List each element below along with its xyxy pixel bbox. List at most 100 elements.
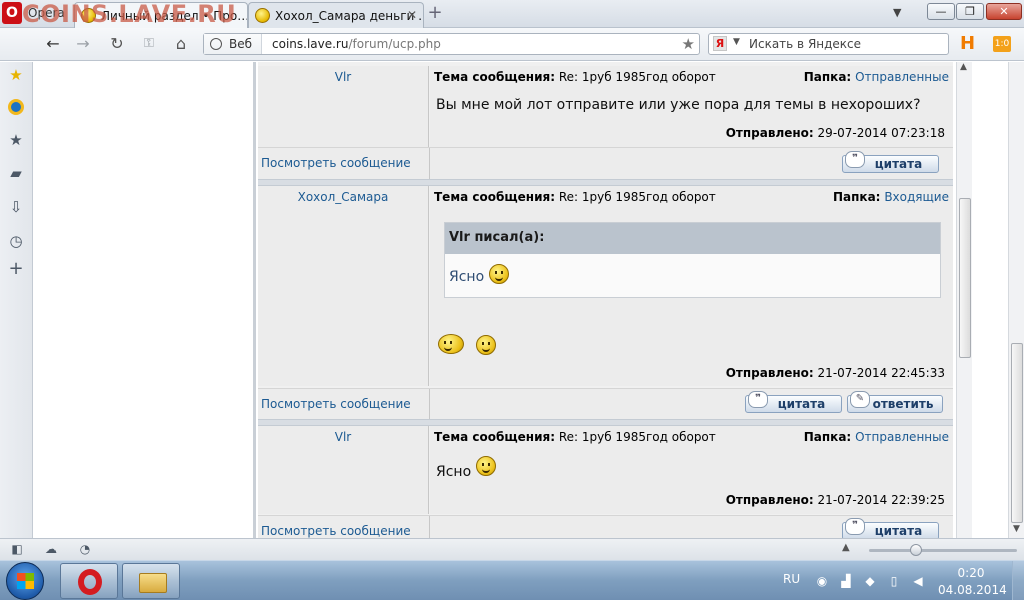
reply-button[interactable]: ✎ ответить bbox=[847, 391, 943, 413]
password-key-icon[interactable]: ⚿ bbox=[138, 34, 160, 54]
downloads-icon[interactable]: ⇩ bbox=[7, 198, 25, 216]
clock-date[interactable]: 04.08.2014 bbox=[938, 583, 1007, 597]
quote-button[interactable]: ❞ цитата bbox=[842, 518, 939, 538]
folder-info: Папка: Входящие bbox=[833, 190, 949, 204]
folder-link[interactable]: Входящие bbox=[884, 190, 949, 204]
scrollbar-thumb[interactable] bbox=[1011, 343, 1023, 523]
view-message-link[interactable]: Посмотреть сообщение bbox=[261, 156, 411, 170]
author-link[interactable]: Vlr bbox=[258, 426, 428, 444]
laughing-smiley-icon bbox=[438, 334, 464, 354]
sent-datetime: 21-07-2014 22:39:25 bbox=[817, 493, 945, 507]
subject-label: Тема сообщения: bbox=[434, 430, 555, 444]
tab-khokhol-samara[interactable]: Хохол_Самара деньги … ✕ bbox=[248, 2, 424, 28]
folder-link[interactable]: Отправленные bbox=[855, 430, 949, 444]
message-actions: Посмотреть сообщение ❞ цитата ✎ ответить bbox=[258, 388, 953, 421]
address-field[interactable]: Веб coins.lave.ru/forum/ucp.php ★ bbox=[203, 33, 700, 55]
folder-icon bbox=[139, 573, 167, 593]
sent-info: Отправлено: 29-07-2014 07:23:18 bbox=[726, 126, 945, 140]
address-mode-badge[interactable]: Веб bbox=[204, 34, 262, 54]
folder-link[interactable]: Отправленные bbox=[855, 70, 949, 84]
message-row: Vlr Тема сообщения: Re: 1руб 1985год обо… bbox=[258, 66, 953, 148]
new-tab-button[interactable]: + bbox=[426, 4, 444, 22]
forward-button[interactable]: → bbox=[72, 34, 94, 54]
language-indicator[interactable]: RU bbox=[783, 572, 800, 586]
view-message-link[interactable]: Посмотреть сообщение bbox=[261, 524, 411, 538]
yandex-icon[interactable]: Я bbox=[713, 36, 727, 51]
scroll-down-arrow-icon[interactable]: ▼ bbox=[1013, 524, 1020, 534]
taskbar-explorer-button[interactable] bbox=[122, 563, 180, 599]
message-meta: Тема сообщения: Re: 1руб 1985год оборот … bbox=[434, 190, 949, 206]
show-desktop-button[interactable] bbox=[1012, 561, 1024, 600]
taskbar-opera-button[interactable] bbox=[60, 563, 118, 599]
toggle-panel-icon[interactable]: ◧ bbox=[9, 542, 25, 556]
address-url-text[interactable]: coins.lave.ru/forum/ucp.php bbox=[272, 37, 441, 51]
clock-time[interactable]: 0:20 bbox=[948, 566, 994, 580]
notepad-icon: ✎ bbox=[850, 391, 870, 408]
author-link[interactable]: Хохол_Самара bbox=[258, 186, 428, 204]
quote-button[interactable]: ❞ цитата bbox=[745, 391, 842, 413]
status-bar: ◧ ☁ ◔ ▲ bbox=[0, 538, 1024, 560]
browser-scrollbar[interactable]: ▼ bbox=[1008, 62, 1024, 538]
page-scrollbar[interactable]: ▲ bbox=[956, 62, 972, 538]
turbo-gauge-icon[interactable]: ◔ bbox=[77, 542, 93, 556]
scrollbar-thumb[interactable] bbox=[959, 198, 971, 358]
message-meta: Тема сообщения: Re: 1руб 1985год оборот … bbox=[434, 70, 949, 86]
message-actions: Посмотреть сообщение ❞ цитата bbox=[258, 147, 953, 180]
usb-device-icon[interactable]: ▯ bbox=[886, 574, 902, 588]
volume-speaker-icon[interactable]: ◀ bbox=[910, 574, 926, 588]
tab-title: Личный раздел • Про… bbox=[101, 9, 248, 23]
scroll-up-arrow-icon[interactable]: ▲ bbox=[960, 62, 967, 72]
reload-button[interactable]: ↻ bbox=[106, 34, 128, 54]
extension-score-badge[interactable]: 1:0 bbox=[993, 36, 1011, 52]
window-maximize-button[interactable]: ❐ bbox=[956, 3, 984, 20]
bookmark-star-icon[interactable]: ★ bbox=[682, 35, 695, 53]
search-input[interactable]: Искать в Яндексе bbox=[749, 37, 861, 51]
history-clock-icon[interactable]: ◷ bbox=[7, 232, 25, 250]
author-cell: Vlr bbox=[258, 66, 429, 148]
tab-personal-section[interactable]: Личный раздел • Про… bbox=[74, 2, 248, 28]
column-divider bbox=[429, 516, 430, 538]
extension-h-icon[interactable]: H bbox=[960, 35, 978, 53]
add-panel-icon[interactable]: + bbox=[7, 260, 25, 278]
windows-taskbar: RU ◉ ▟ ◆ ▯ ◀ 0:20 04.08.2014 bbox=[0, 560, 1024, 600]
row-separator bbox=[258, 179, 953, 186]
network-signal-icon[interactable]: ▟ bbox=[838, 574, 854, 588]
home-button[interactable]: ⌂ bbox=[170, 34, 192, 54]
bookmarks-star-icon[interactable]: ★ bbox=[7, 131, 25, 149]
tab-close-icon[interactable]: ✕ bbox=[407, 8, 417, 22]
search-field[interactable]: Я ▼ Искать в Яндексе bbox=[708, 33, 949, 55]
quote-button-label: цитата bbox=[874, 524, 923, 538]
private-messages-list: Vlr Тема сообщения: Re: 1руб 1985год обо… bbox=[258, 62, 953, 538]
search-engine-chevron-down-icon[interactable]: ▼ bbox=[733, 37, 740, 47]
quote-button[interactable]: ❞ цитата bbox=[842, 151, 939, 173]
author-link[interactable]: Vlr bbox=[258, 66, 428, 84]
view-message-link[interactable]: Посмотреть сообщение bbox=[261, 397, 411, 411]
zoom-slider-thumb[interactable] bbox=[910, 544, 923, 556]
app-tray-icon[interactable]: ◆ bbox=[862, 574, 878, 588]
zoom-slider[interactable] bbox=[869, 544, 1017, 556]
opera-logo-icon bbox=[78, 569, 102, 595]
opera-unite-cloud-icon[interactable]: ☁ bbox=[43, 542, 59, 556]
speed-dial-star-icon[interactable]: ★ bbox=[7, 66, 25, 84]
zoom-out-arrow-icon[interactable]: ▲ bbox=[842, 542, 850, 553]
author-cell: Vlr bbox=[258, 426, 429, 514]
notes-icon[interactable]: ▰ bbox=[7, 164, 25, 182]
message-actions: Посмотреть сообщение ❞ цитата bbox=[258, 515, 953, 538]
smiley-icon bbox=[489, 264, 509, 284]
smiley-icon bbox=[476, 335, 496, 355]
windows-logo-icon bbox=[17, 573, 34, 589]
antivirus-tray-icon[interactable]: ◉ bbox=[814, 574, 830, 588]
globe-icon bbox=[210, 38, 222, 50]
speech-bubble-icon: ❞ bbox=[748, 391, 768, 408]
window-minimize-button[interactable]: — bbox=[927, 3, 955, 20]
back-button[interactable]: ← bbox=[42, 34, 64, 54]
subject-label: Тема сообщения: bbox=[434, 70, 555, 84]
message-text: Вы мне мой лот отправите или уже пора дл… bbox=[436, 97, 921, 113]
mail-icon[interactable] bbox=[7, 98, 25, 116]
subject-value: Re: 1руб 1985год оборот bbox=[558, 70, 716, 84]
start-button[interactable] bbox=[6, 562, 44, 600]
tab-list-chevron-down-icon[interactable]: ▼ bbox=[893, 6, 901, 19]
window-close-button[interactable]: ✕ bbox=[986, 3, 1022, 20]
tab-title: Хохол_Самара деньги … bbox=[275, 9, 424, 23]
opera-menu-button[interactable]: O Opera bbox=[0, 0, 65, 28]
